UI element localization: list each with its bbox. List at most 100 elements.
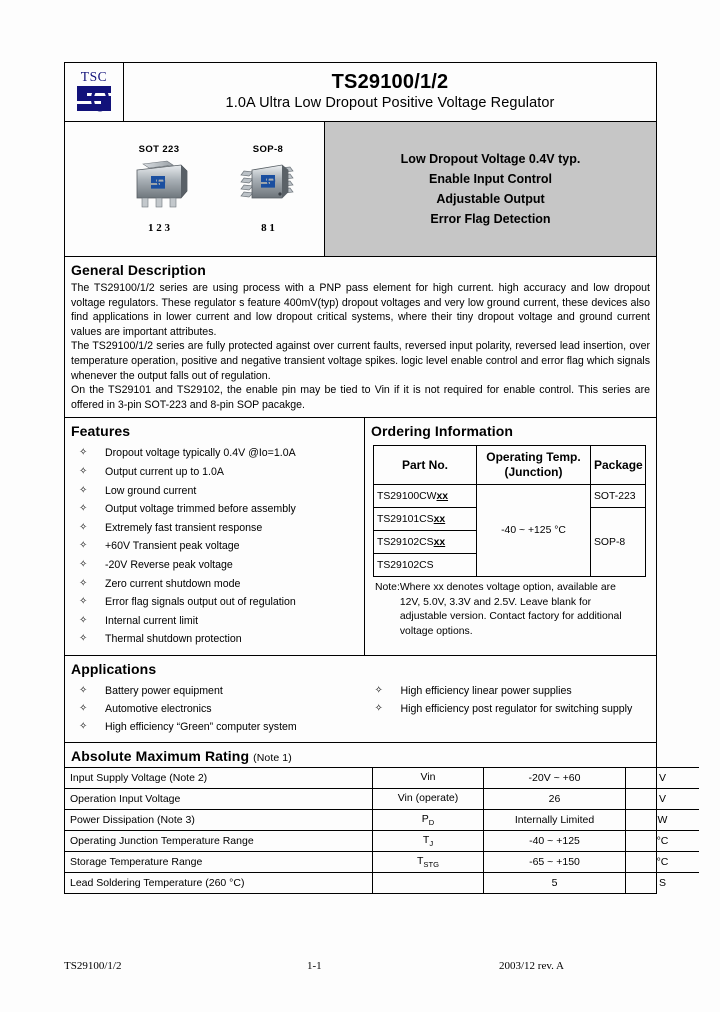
column-header-part: Part No. — [373, 445, 477, 486]
table-row: TS29100CWxx -40 ~ +125 °C SOT-223 — [373, 484, 646, 578]
amr-heading-note: (Note 1) — [253, 751, 292, 764]
operating-temp-cell: -40 ~ +125 °C — [476, 484, 591, 578]
amr-value: 5 — [483, 871, 626, 893]
footer-page-number: 1-1 — [307, 960, 322, 972]
applications-body: Battery power equipment Automotive elect… — [65, 680, 656, 742]
amr-symbol-sub: STG — [423, 859, 440, 869]
amr-value: -65 ~ +150 — [483, 850, 626, 873]
temp-header-line1: Operating Temp. — [486, 450, 581, 465]
application-item: Battery power equipment — [65, 682, 361, 700]
feature-item: Low ground current — [65, 482, 364, 501]
amr-symbol: TSTG — [372, 850, 484, 873]
applications-list-right: High efficiency linear power supplies Hi… — [361, 682, 657, 718]
ordering-note: Note: Where xx denotes voltage option, a… — [375, 581, 646, 639]
amr-unit: S — [625, 871, 699, 893]
datasheet-page: TSC TS29100/1/2 1.0A Ultra Low Dropout P… — [0, 0, 720, 1012]
applications-section: Applications Battery power equipment Aut… — [64, 655, 657, 743]
package-sot223: SOT 223 1 2 3 — [107, 144, 211, 234]
ordering-note-label: Note: — [375, 582, 400, 594]
amr-value: -20V ~ +60 — [483, 766, 626, 789]
ordering-note-line: adjustable version. Contact factory for … — [399, 611, 622, 623]
highlight-item-1: Enable Input Control — [429, 172, 552, 186]
feature-item: Output current up to 1.0A — [65, 463, 364, 482]
ordering-note-line: 12V, 5.0V, 3.3V and 2.5V. Leave blank fo… — [399, 596, 592, 608]
package-cell-sop8: SOP-8 — [590, 507, 646, 578]
table-row: Operation Input Voltage Vin (operate) 26… — [65, 787, 699, 810]
absolute-maximum-rating-section: Absolute Maximum Rating (Note 1) Input S… — [64, 742, 699, 894]
ordering-note-line: voltage options. — [399, 625, 473, 637]
applications-right-column: High efficiency linear power supplies Hi… — [361, 680, 657, 736]
description-paragraph-2: On the TS29101 and TS29102, the enable p… — [71, 384, 650, 411]
part-suffix: xx — [433, 513, 446, 525]
part-suffix: xx — [436, 490, 449, 502]
table-header-row: Part No. Operating Temp. (Junction) Pack… — [373, 445, 646, 486]
footer-part-number: TS29100/1/2 — [64, 960, 122, 972]
logo-text: TSC — [80, 69, 108, 84]
feature-item: +60V Transient peak voltage — [65, 537, 364, 556]
part-number-cell: TS29102CS — [373, 553, 477, 578]
header-titles: TS29100/1/2 1.0A Ultra Low Dropout Posit… — [124, 63, 656, 121]
application-item: High efficiency “Green” computer system — [65, 718, 361, 736]
tsc-monogram-icon — [77, 86, 111, 112]
amr-parameter: Operating Junction Temperature Range — [65, 829, 373, 852]
amr-value: -40 ~ +125 — [483, 829, 626, 852]
amr-symbol: Vin — [372, 766, 484, 789]
column-header-package: Package — [590, 445, 646, 486]
amr-symbol-main: Vin (operate) — [397, 791, 459, 804]
amr-symbol — [372, 871, 484, 893]
table-row: Power Dissipation (Note 3) PD Internally… — [65, 808, 699, 831]
features-column: Features Dropout voltage typically 0.4V … — [65, 418, 365, 655]
amr-parameter: Storage Temperature Range — [65, 850, 373, 873]
amr-unit: V — [625, 787, 699, 810]
amr-heading: Absolute Maximum Rating (Note 1) — [65, 743, 656, 767]
footer-revision: 2003/12 rev. A — [499, 960, 564, 972]
amr-symbol: Vin (operate) — [372, 787, 484, 810]
part-number-cell: TS29102CSxx — [373, 530, 477, 555]
part-prefix: TS29100CW — [377, 490, 437, 502]
amr-unit: °C — [625, 829, 699, 852]
package-highlight-band: SOT 223 1 2 3 SOP-8 8 1 Low Dropout Volt… — [64, 121, 657, 257]
ordering-column: Ordering Information Part No. Operating … — [365, 418, 656, 655]
package-sop8-pins: 8 1 — [261, 222, 275, 234]
application-item: High efficiency linear power supplies — [361, 682, 657, 700]
amr-symbol-sub: J — [429, 838, 434, 848]
part-number-cell: TS29101CSxx — [373, 507, 477, 532]
feature-item: Internal current limit — [65, 612, 364, 631]
features-heading: Features — [71, 423, 131, 440]
amr-parameter: Operation Input Voltage — [65, 787, 373, 810]
amr-symbol-main: Vin — [420, 770, 436, 783]
package-sop8: SOP-8 8 1 — [223, 144, 313, 234]
sot223-package-icon — [136, 160, 188, 208]
ordering-table: Part No. Operating Temp. (Junction) Pack… — [373, 445, 646, 578]
table-row: Input Supply Voltage (Note 2) Vin -20V ~… — [65, 766, 699, 789]
amr-symbol-sub: D — [428, 817, 435, 827]
highlight-item-3: Error Flag Detection — [430, 212, 551, 226]
amr-symbol: PD — [372, 808, 484, 831]
package-illustrations: SOT 223 1 2 3 SOP-8 8 1 — [65, 122, 325, 256]
feature-item: Output voltage trimmed before assembly — [65, 500, 364, 519]
column-header-temp: Operating Temp. (Junction) — [476, 445, 591, 486]
ordering-heading: Ordering Information — [371, 423, 513, 440]
table-row: Operating Junction Temperature Range TJ … — [65, 829, 699, 852]
amr-value: 26 — [483, 787, 626, 810]
applications-heading: Applications — [71, 660, 157, 677]
package-sot223-label: SOT 223 — [138, 144, 180, 155]
general-description-heading: General Description — [71, 262, 206, 278]
amr-unit: V — [625, 766, 699, 789]
feature-item: -20V Reverse peak voltage — [65, 556, 364, 575]
applications-list-left: Battery power equipment Automotive elect… — [65, 682, 361, 736]
amr-parameter: Power Dissipation (Note 3) — [65, 808, 373, 831]
amr-parameter: Input Supply Voltage (Note 2) — [65, 766, 373, 789]
package-sot223-pins: 1 2 3 — [148, 222, 170, 234]
amr-symbol-main: P — [421, 812, 429, 825]
part-prefix: TS29101CS — [377, 513, 434, 525]
package-sop8-label: SOP-8 — [252, 144, 284, 155]
amr-value: Internally Limited — [483, 808, 626, 831]
general-description-body: The TS29100/1/2 series are using process… — [65, 281, 656, 417]
table-row: Lead Soldering Temperature (260 °C) 5 S — [65, 871, 699, 893]
part-subtitle: 1.0A Ultra Low Dropout Positive Voltage … — [225, 94, 555, 111]
application-item: Automotive electronics — [65, 700, 361, 718]
application-item: High efficiency post regulator for switc… — [361, 700, 657, 718]
highlight-item-0: Low Dropout Voltage 0.4V typ. — [400, 152, 581, 166]
amr-unit: W — [625, 808, 699, 831]
